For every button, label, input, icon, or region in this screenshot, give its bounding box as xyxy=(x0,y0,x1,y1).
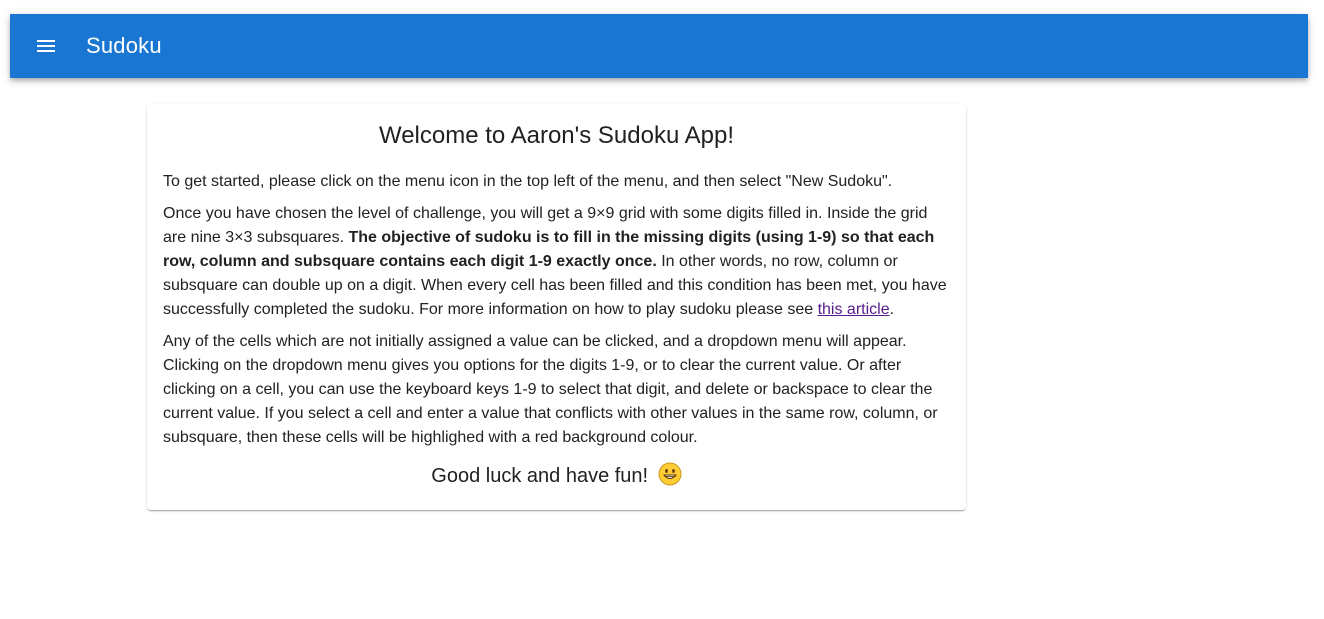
instructions-paragraph: Any of the cells which are not initially… xyxy=(163,333,938,446)
app-bar: Sudoku xyxy=(10,14,1308,78)
objective-text-period: . xyxy=(889,301,895,318)
hamburger-menu-icon xyxy=(37,40,55,52)
app-title: Sudoku xyxy=(86,33,162,58)
this-article-link[interactable]: this article xyxy=(818,301,890,318)
grinning-face-icon xyxy=(658,462,682,486)
menu-button[interactable] xyxy=(22,22,70,70)
intro-paragraph: To get started, please click on the menu… xyxy=(163,173,893,190)
closing-line: Good luck and have fun! xyxy=(163,462,950,490)
closing-text: Good luck and have fun! xyxy=(431,465,649,487)
welcome-heading: Welcome to Aaron's Sudoku App! xyxy=(378,122,735,149)
welcome-card: Welcome to Aaron's Sudoku App! To get st… xyxy=(147,104,966,510)
objective-paragraph: Once you have chosen the level of challe… xyxy=(163,202,950,322)
